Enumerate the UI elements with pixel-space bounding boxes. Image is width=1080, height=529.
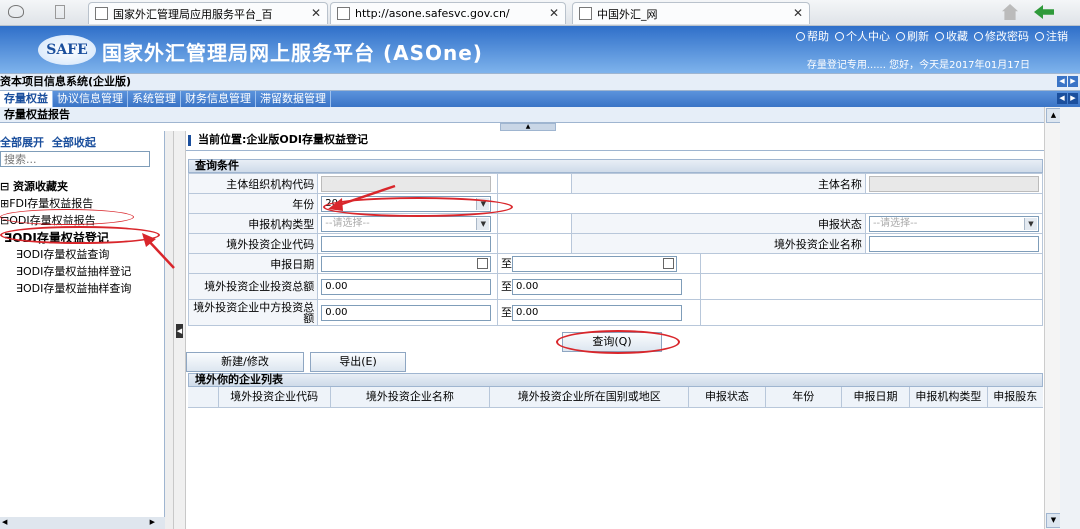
right-margin	[1060, 107, 1080, 529]
arrow-head-icon	[328, 198, 343, 211]
page-vscrollbar[interactable]: ▲ ▼	[1044, 107, 1061, 529]
annotation-arrows	[142, 184, 396, 269]
scroll-down-icon[interactable]: ▼	[1046, 513, 1061, 528]
scroll-up-icon[interactable]: ▲	[1046, 108, 1061, 123]
